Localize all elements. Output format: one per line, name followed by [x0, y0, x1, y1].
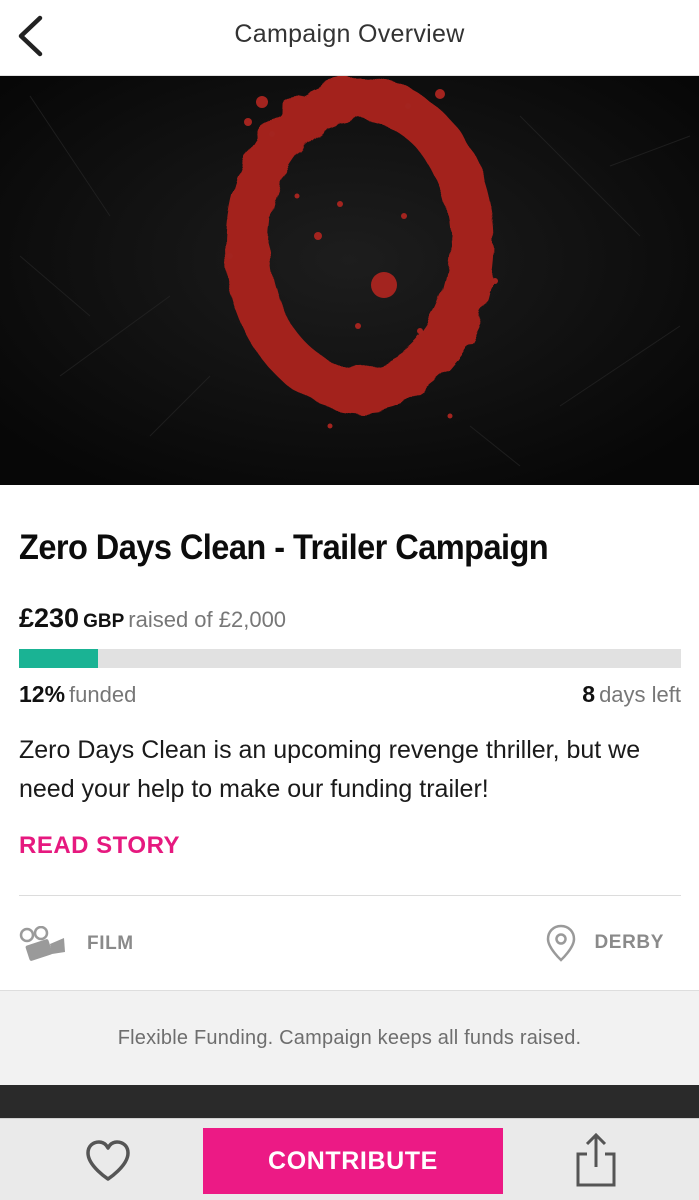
funding-type-notice: Flexible Funding. Campaign keeps all fun…: [0, 990, 699, 1086]
category-label: FILM: [87, 933, 134, 954]
campaign-stats: 12% funded 8 days left: [19, 681, 681, 711]
funded-stat: 12% funded: [19, 681, 136, 708]
share-button[interactable]: [571, 1129, 621, 1191]
category-tag[interactable]: FILM: [19, 926, 134, 962]
funded-label: funded: [69, 682, 137, 707]
campaign-blurb: Zero Days Clean is an upcoming revenge t…: [19, 736, 641, 803]
raised-amount: £230: [19, 603, 80, 633]
campaign-meta: FILM DERBY: [0, 896, 699, 990]
read-story-link[interactable]: READ STORY: [19, 832, 180, 860]
campaign-title: Zero Days Clean - Trailer Campaign: [19, 528, 549, 567]
location-pin-icon: [547, 924, 576, 962]
bottom-action-bar: CONTRIBUTE: [0, 1118, 699, 1200]
funded-percent: 12%: [19, 681, 66, 707]
days-left-stat: 8 days left: [582, 681, 681, 708]
raised-goal-text: raised of £2,000: [128, 607, 287, 632]
contribute-button[interactable]: CONTRIBUTE: [203, 1128, 503, 1194]
heart-icon: [86, 1140, 130, 1181]
days-left-label: days left: [599, 682, 681, 707]
film-camera-icon: [19, 926, 65, 961]
funding-progress-fill: [19, 649, 99, 668]
campaign-hero-image: [0, 76, 699, 485]
raised-currency: GBP: [83, 611, 125, 632]
location-label: DERBY: [594, 932, 664, 953]
top-nav-bar: Campaign Overview: [0, 0, 699, 76]
funding-progress-bar: [19, 649, 681, 668]
location-tag[interactable]: DERBY: [546, 924, 664, 962]
funding-summary: £230 GBP raised of £2,000: [19, 603, 286, 634]
days-left-value: 8: [582, 681, 596, 707]
favorite-button[interactable]: [82, 1137, 134, 1185]
funding-type-text: Flexible Funding. Campaign keeps all fun…: [117, 1027, 582, 1049]
share-icon: [576, 1132, 616, 1187]
page-title: Campaign Overview: [234, 20, 465, 48]
